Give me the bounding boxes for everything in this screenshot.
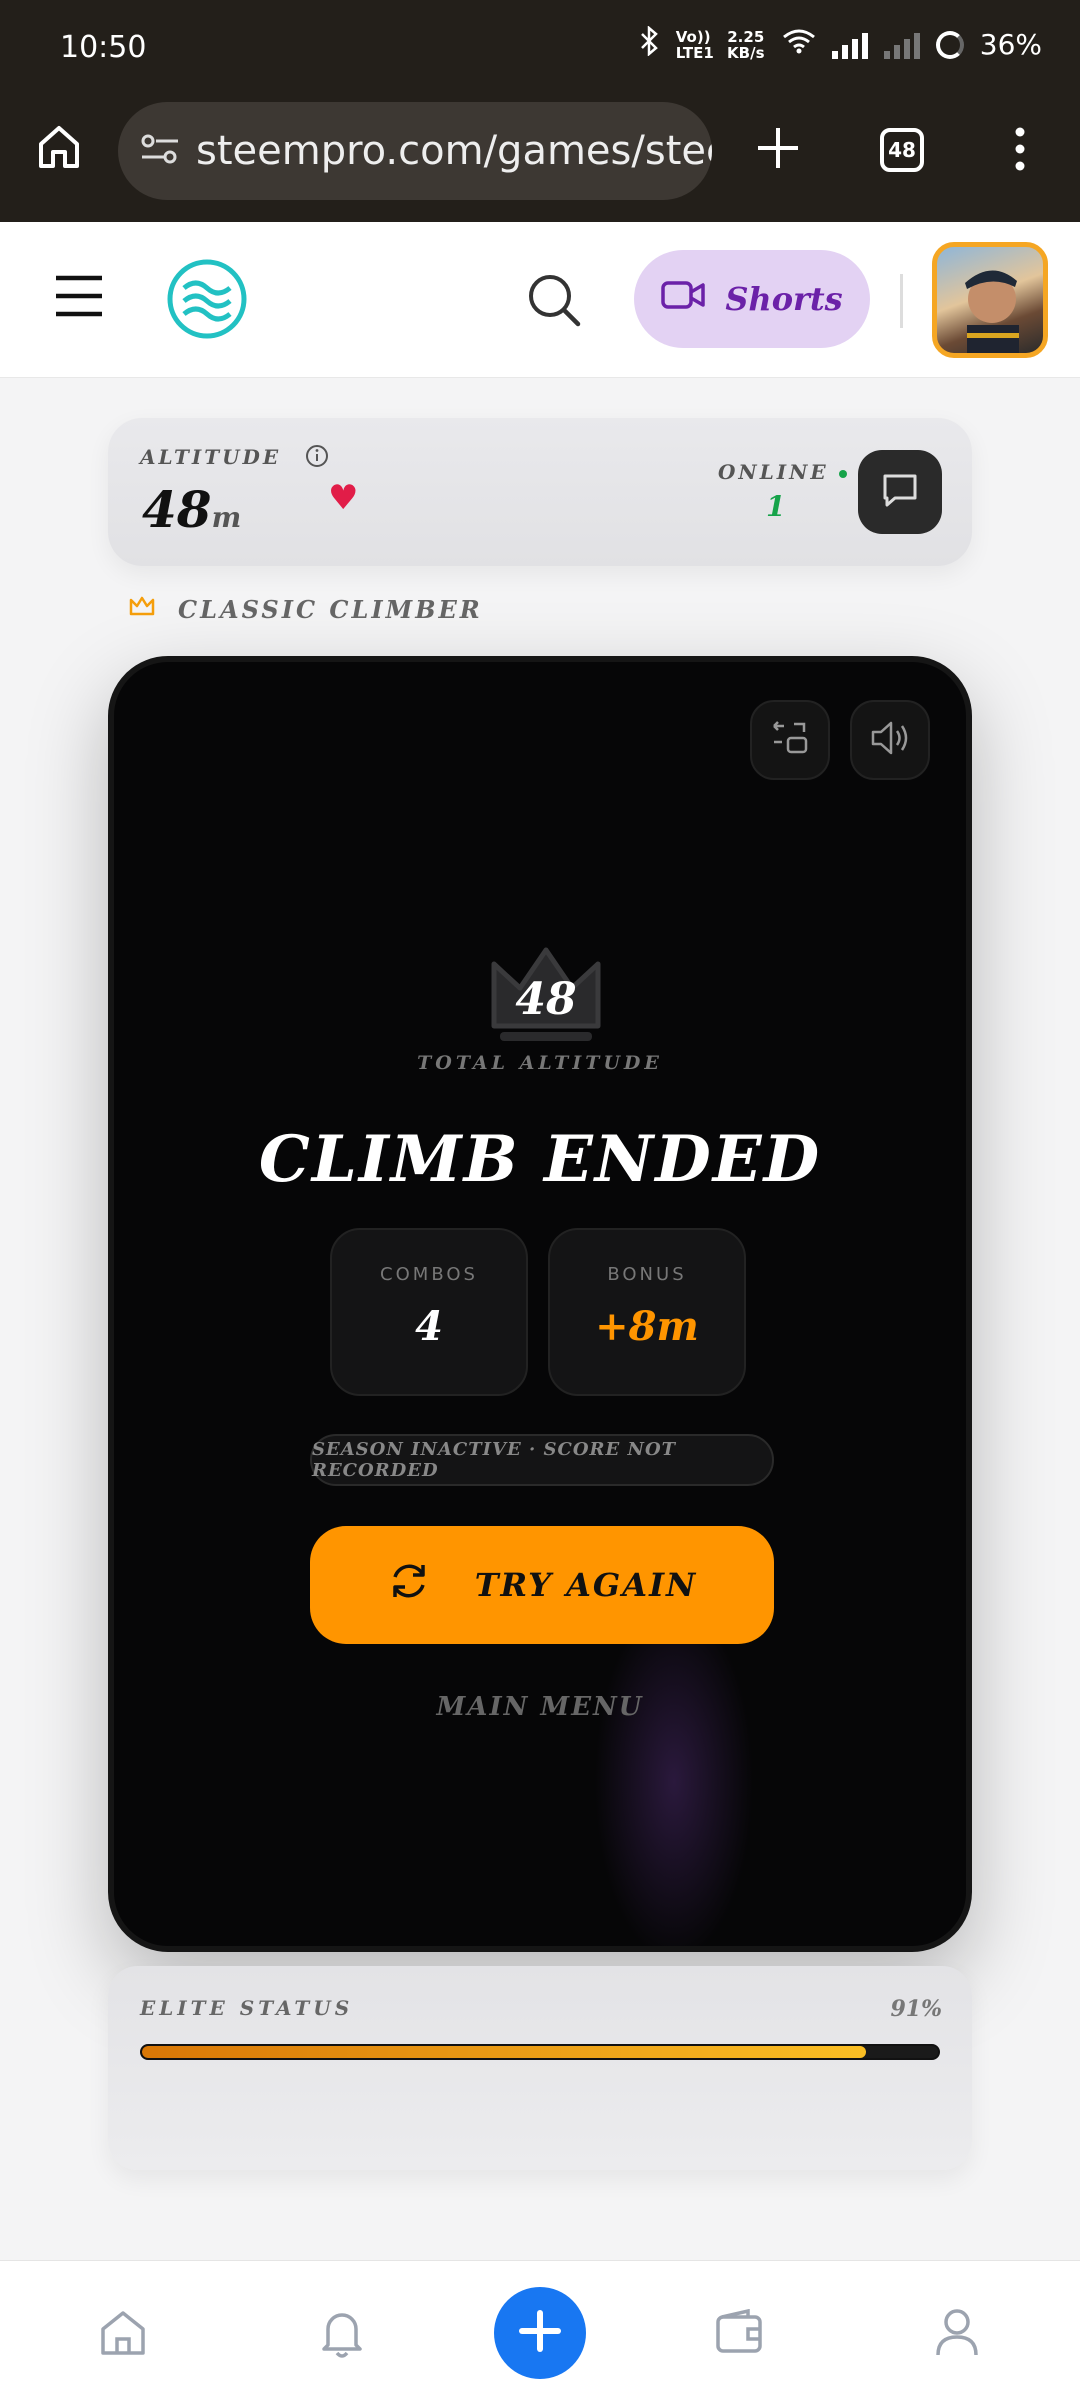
signal-2-icon	[883, 31, 920, 59]
try-again-button[interactable]: TRY AGAIN	[310, 1526, 774, 1644]
site-header: Shorts	[0, 222, 1080, 378]
swap-icon	[770, 718, 810, 762]
more-menu-icon[interactable]	[1010, 124, 1030, 178]
heart-icon[interactable]: ♥	[328, 478, 358, 518]
battery-percent: 36%	[979, 28, 1042, 61]
shorts-label: Shorts	[725, 280, 843, 318]
browser-toolbar: steempro.com/games/steer 48	[0, 100, 1080, 222]
bonus-value: +8m	[595, 1303, 699, 1350]
online-label: ONLINE	[718, 460, 847, 484]
game-mode-label: CLASSIC CLIMBER	[178, 594, 483, 624]
menu-icon[interactable]	[54, 274, 104, 322]
game-panel: 48 TOTAL ALTITUDE CLIMB ENDED COMBOS 4 B…	[108, 656, 972, 1952]
sound-button[interactable]	[850, 700, 930, 780]
altitude-label: ALTITUDE	[140, 444, 329, 473]
url-bar[interactable]: steempro.com/games/steer	[118, 102, 712, 200]
url-text: steempro.com/games/steer	[196, 128, 712, 174]
wallet-icon[interactable]	[714, 2308, 764, 2359]
combos-label: COMBOS	[380, 1264, 478, 1285]
network-speed: 2.25 KB/s	[727, 27, 765, 62]
elite-status-label: ELITE STATUS	[140, 1996, 354, 2020]
final-score: 48	[515, 974, 577, 1025]
shorts-button[interactable]: Shorts	[634, 250, 870, 348]
elite-status-card: ELITE STATUS 91%	[108, 1966, 972, 2170]
status-icons: Vo)) LTE1 2.25 KB/s 36%	[638, 25, 1042, 63]
climb-ended-title: CLIMB ENDED	[258, 1122, 822, 1197]
crown-small-icon	[128, 594, 156, 624]
plus-icon	[518, 2309, 562, 2357]
volte-indicator: Vo)) LTE1	[675, 27, 714, 62]
avatar[interactable]	[932, 242, 1048, 358]
wifi-icon	[782, 28, 816, 61]
create-post-button[interactable]	[494, 2287, 586, 2379]
season-status-badge: SEASON INACTIVE · SCORE NOT RECORDED	[310, 1434, 774, 1486]
try-again-label: TRY AGAIN	[474, 1566, 698, 1604]
combos-value: 4	[415, 1303, 443, 1350]
bonus-label: BONUS	[607, 1264, 687, 1285]
info-icon[interactable]	[305, 444, 329, 473]
sound-icon	[869, 718, 911, 762]
refresh-icon	[387, 1559, 431, 1611]
steem-logo[interactable]	[166, 258, 248, 344]
tune-icon[interactable]	[140, 132, 180, 170]
altitude-value: 48m	[142, 480, 241, 539]
bonus-stat: BONUS +8m	[548, 1228, 746, 1396]
elite-status-percent: 91%	[890, 1996, 942, 2022]
online-count: 1	[766, 490, 786, 523]
altitude-number: 48	[142, 480, 212, 539]
elite-progress-bar	[140, 2044, 940, 2060]
online-dot	[838, 469, 847, 478]
chat-icon	[880, 470, 920, 514]
bluetooth-icon	[638, 25, 660, 63]
altitude-label-text: ALTITUDE	[140, 445, 282, 469]
bottom-navigation	[0, 2260, 1080, 2400]
altitude-card: ALTITUDE 48m ♥ ONLINE 1	[108, 418, 972, 566]
status-time: 10:50	[60, 30, 147, 65]
user-icon[interactable]	[934, 2307, 980, 2363]
chat-button[interactable]	[858, 450, 942, 534]
tab-switcher-button[interactable]: 48	[880, 128, 924, 172]
search-icon[interactable]	[526, 272, 582, 332]
elite-progress-fill	[142, 2046, 867, 2058]
game-mode-row: CLASSIC CLIMBER	[128, 594, 483, 624]
altitude-unit: m	[211, 501, 242, 534]
battery-icon	[935, 30, 964, 59]
nav-home-icon[interactable]	[98, 2309, 148, 2361]
total-altitude-label: TOTAL ALTITUDE	[417, 1052, 663, 1074]
new-tab-icon[interactable]	[756, 126, 800, 174]
main-menu-link[interactable]: MAIN MENU	[114, 1692, 966, 1722]
score-crown: 48	[486, 936, 606, 1046]
swap-view-button[interactable]	[750, 700, 830, 780]
bell-icon[interactable]	[318, 2307, 366, 2363]
header-divider	[900, 274, 903, 328]
signal-icon	[831, 31, 868, 59]
combos-stat: COMBOS 4	[330, 1228, 528, 1396]
background-glow	[594, 1602, 754, 1946]
online-label-text: ONLINE	[718, 460, 829, 484]
status-bar: 10:50 Vo)) LTE1 2.25 KB/s 36%	[0, 0, 1080, 100]
home-icon[interactable]	[36, 122, 82, 176]
video-icon	[661, 280, 706, 318]
